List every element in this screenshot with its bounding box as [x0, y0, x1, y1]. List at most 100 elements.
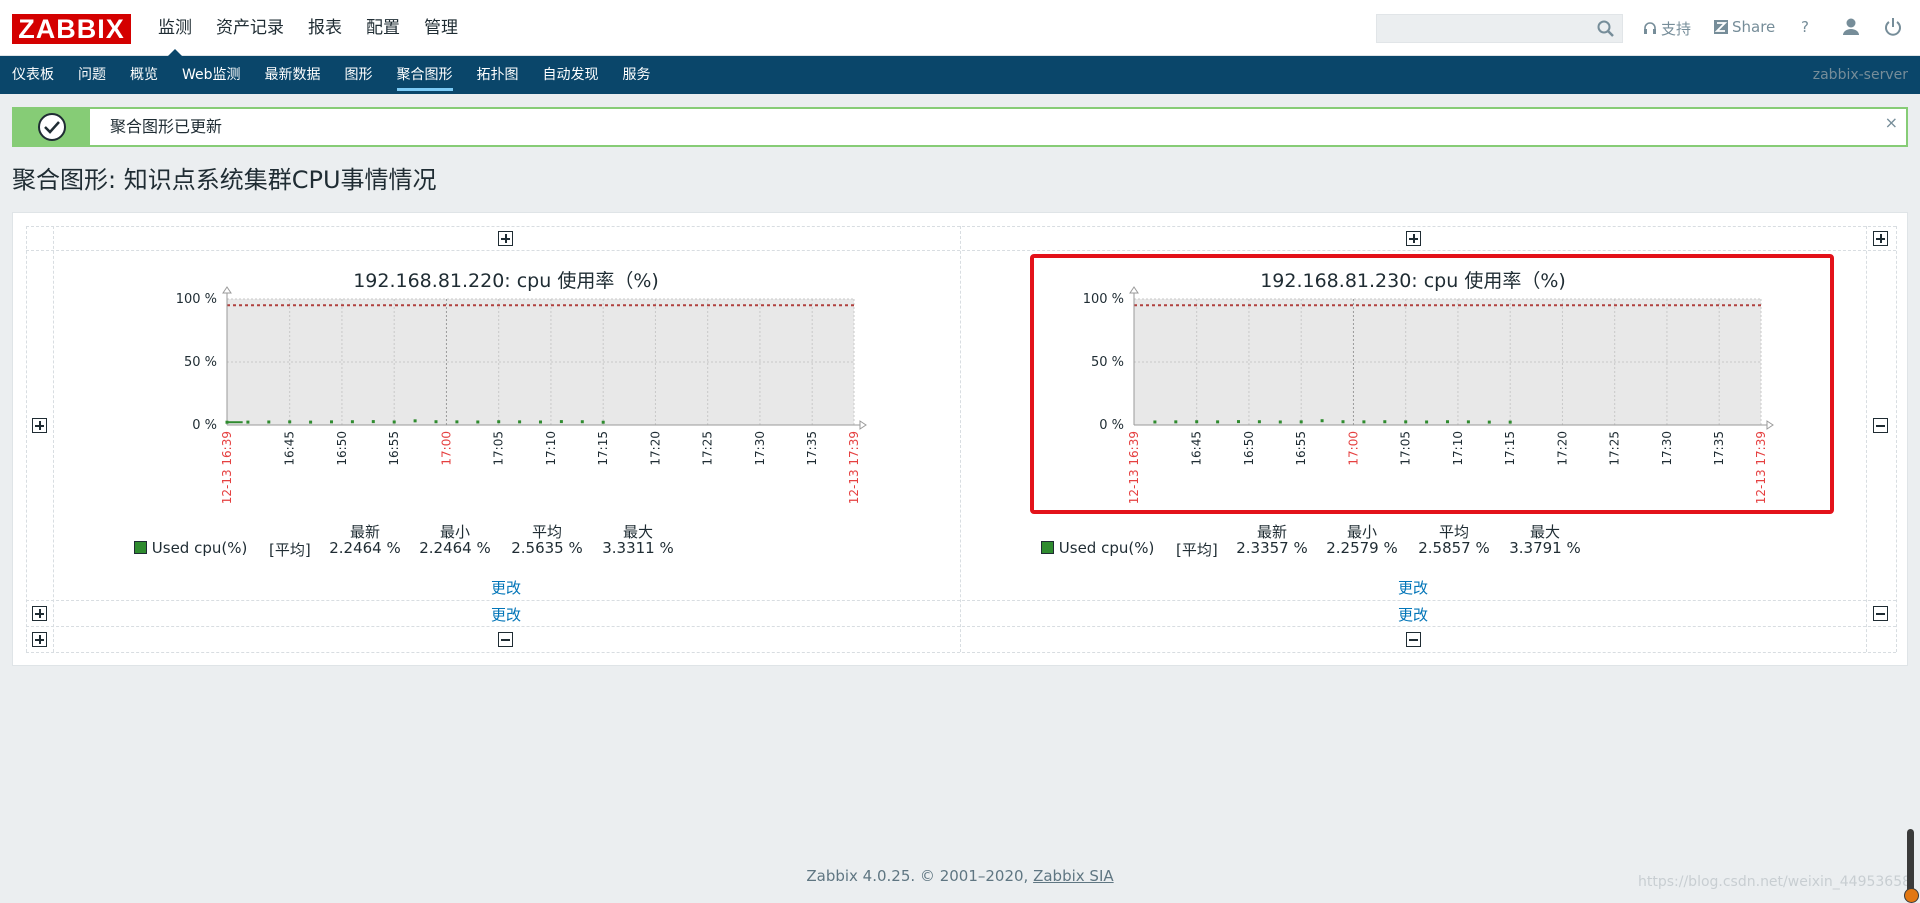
submenu-web[interactable]: Web监测 — [170, 56, 253, 94]
cpu-graph-1[interactable]: 100 % 50 % 0 %12-13 16:39 16:45 16:50 16:55 17… — [140, 280, 880, 520]
y-axis-arrow — [222, 286, 232, 294]
success-icon-box — [14, 109, 90, 145]
add-column-button[interactable] — [1406, 231, 1421, 246]
close-icon[interactable]: × — [1885, 113, 1898, 132]
support-label: 支持 — [1661, 20, 1692, 38]
submenu-problems[interactable]: 问题 — [66, 56, 118, 94]
help-link[interactable]: ? — [1801, 18, 1809, 36]
legend-swatch — [1041, 541, 1054, 554]
remove-column-button[interactable] — [498, 632, 513, 647]
add-column-button[interactable] — [498, 231, 513, 246]
legend-value: 2.5857 % — [1418, 539, 1490, 557]
y-tick-label: 0 % — [192, 418, 217, 433]
submenu-overview[interactable]: 概览 — [118, 56, 170, 94]
grid-line — [53, 226, 54, 652]
grid-line — [26, 226, 1896, 227]
remove-row-button[interactable] — [1873, 606, 1888, 621]
legend-value: 2.3357 % — [1236, 539, 1308, 557]
message-text: 聚合图形已更新 — [110, 117, 223, 136]
data-point — [371, 420, 375, 424]
headset-icon — [1644, 21, 1656, 34]
data-point — [246, 420, 250, 424]
add-row-button[interactable] — [32, 606, 47, 621]
submenu-maps[interactable]: 拓扑图 — [465, 56, 531, 94]
legend-value: 2.2464 % — [419, 539, 491, 557]
x-tick-label: 17:00 — [439, 431, 453, 466]
submenu-services[interactable]: 服务 — [611, 56, 663, 94]
add-row-button[interactable] — [32, 418, 47, 433]
data-point — [559, 420, 563, 424]
sub-menu: 仪表板 问题 概览 Web监测 最新数据 图形 聚合图形 拓扑图 自动发现 服务… — [0, 56, 1920, 94]
menu-configuration[interactable]: 配置 — [354, 0, 412, 56]
thermometer-icon — [1904, 829, 1919, 903]
grid-line — [1866, 226, 1867, 652]
menu-monitoring[interactable]: 监测 — [146, 0, 204, 57]
data-point — [518, 420, 522, 424]
x-tick-label: 17:05 — [492, 431, 506, 466]
zabbix-logo[interactable]: ZABBIX — [12, 14, 131, 44]
submenu-latest-data[interactable]: 最新数据 — [253, 56, 333, 94]
legend-func: [平均] — [269, 541, 311, 559]
submenu-discovery[interactable]: 自动发现 — [531, 56, 611, 94]
highlight-box — [1030, 254, 1834, 514]
support-link[interactable]: 支持 — [1643, 18, 1691, 39]
data-point — [580, 420, 584, 424]
legend-value: 3.3791 % — [1509, 539, 1581, 557]
remove-column-button[interactable] — [1406, 632, 1421, 647]
grid-line — [26, 600, 1896, 601]
x-tick-label: 17:20 — [648, 431, 662, 466]
help-icon: ? — [1801, 18, 1809, 36]
legend-entry: Used cpu(%) — [134, 539, 247, 557]
data-point — [455, 420, 459, 424]
legend-swatch — [134, 541, 147, 554]
x-tick-label: 17:15 — [596, 431, 610, 466]
grid-line — [26, 250, 1896, 251]
grid-line — [26, 652, 1896, 653]
search-icon[interactable] — [1596, 19, 1616, 39]
x-tick-label: 17:10 — [544, 431, 558, 466]
x-tick-label: 12-13 17:39 — [847, 431, 861, 504]
share-z-icon — [1714, 20, 1728, 34]
grid-line — [1896, 226, 1897, 652]
legend-series-name: Used cpu(%) — [151, 539, 248, 557]
x-tick-label: 17:30 — [753, 431, 767, 466]
legend-func: [平均] — [1176, 541, 1218, 559]
sign-out-power-icon[interactable] — [1882, 16, 1904, 38]
grid-line — [26, 626, 1896, 627]
search-input[interactable] — [1376, 14, 1623, 43]
data-point — [413, 419, 417, 423]
data-point — [288, 420, 292, 424]
page-title: 聚合图形: 知识点系统集群CPU事情情况 — [12, 166, 437, 194]
legend-value: 3.3311 % — [602, 539, 674, 557]
submenu-graphs[interactable]: 图形 — [333, 56, 385, 94]
submenu-screens[interactable]: 聚合图形 — [385, 56, 465, 94]
change-link[interactable]: 更改 — [466, 604, 546, 625]
share-label: Share — [1732, 18, 1776, 36]
menu-administration[interactable]: 管理 — [412, 0, 470, 56]
success-message: 聚合图形已更新 × — [12, 107, 1908, 147]
change-link[interactable]: 更改 — [1373, 604, 1453, 625]
change-link[interactable]: 更改 — [466, 577, 546, 598]
top-header: ZABBIX 监测 资产记录 报表 配置 管理 支持 Share ? — [0, 0, 1920, 57]
data-point — [350, 420, 354, 424]
legend-entry: Used cpu(%) — [1041, 539, 1154, 557]
x-tick-label: 12-13 16:39 — [220, 431, 234, 504]
footer-link[interactable]: Zabbix SIA — [1033, 867, 1114, 885]
remove-row-button[interactable] — [1873, 418, 1888, 433]
footer-text: Zabbix 4.0.25. © 2001–2020, — [806, 867, 1034, 885]
x-axis-arrow — [859, 420, 867, 430]
legend-value: 2.5635 % — [511, 539, 583, 557]
legend-series-name: Used cpu(%) — [1058, 539, 1155, 557]
data-point — [497, 420, 501, 424]
share-link[interactable]: Share — [1714, 18, 1775, 36]
submenu-dashboard[interactable]: 仪表板 — [0, 56, 66, 94]
main-menu: 监测 资产记录 报表 配置 管理 — [146, 0, 470, 57]
change-link[interactable]: 更改 — [1373, 577, 1453, 598]
add-row-button[interactable] — [32, 632, 47, 647]
legend-value: 2.2464 % — [329, 539, 401, 557]
x-tick-label: 17:25 — [701, 431, 715, 466]
menu-reports[interactable]: 报表 — [296, 0, 354, 56]
menu-inventory[interactable]: 资产记录 — [204, 0, 296, 56]
user-profile-icon[interactable] — [1840, 16, 1862, 38]
add-column-button[interactable] — [1873, 231, 1888, 246]
